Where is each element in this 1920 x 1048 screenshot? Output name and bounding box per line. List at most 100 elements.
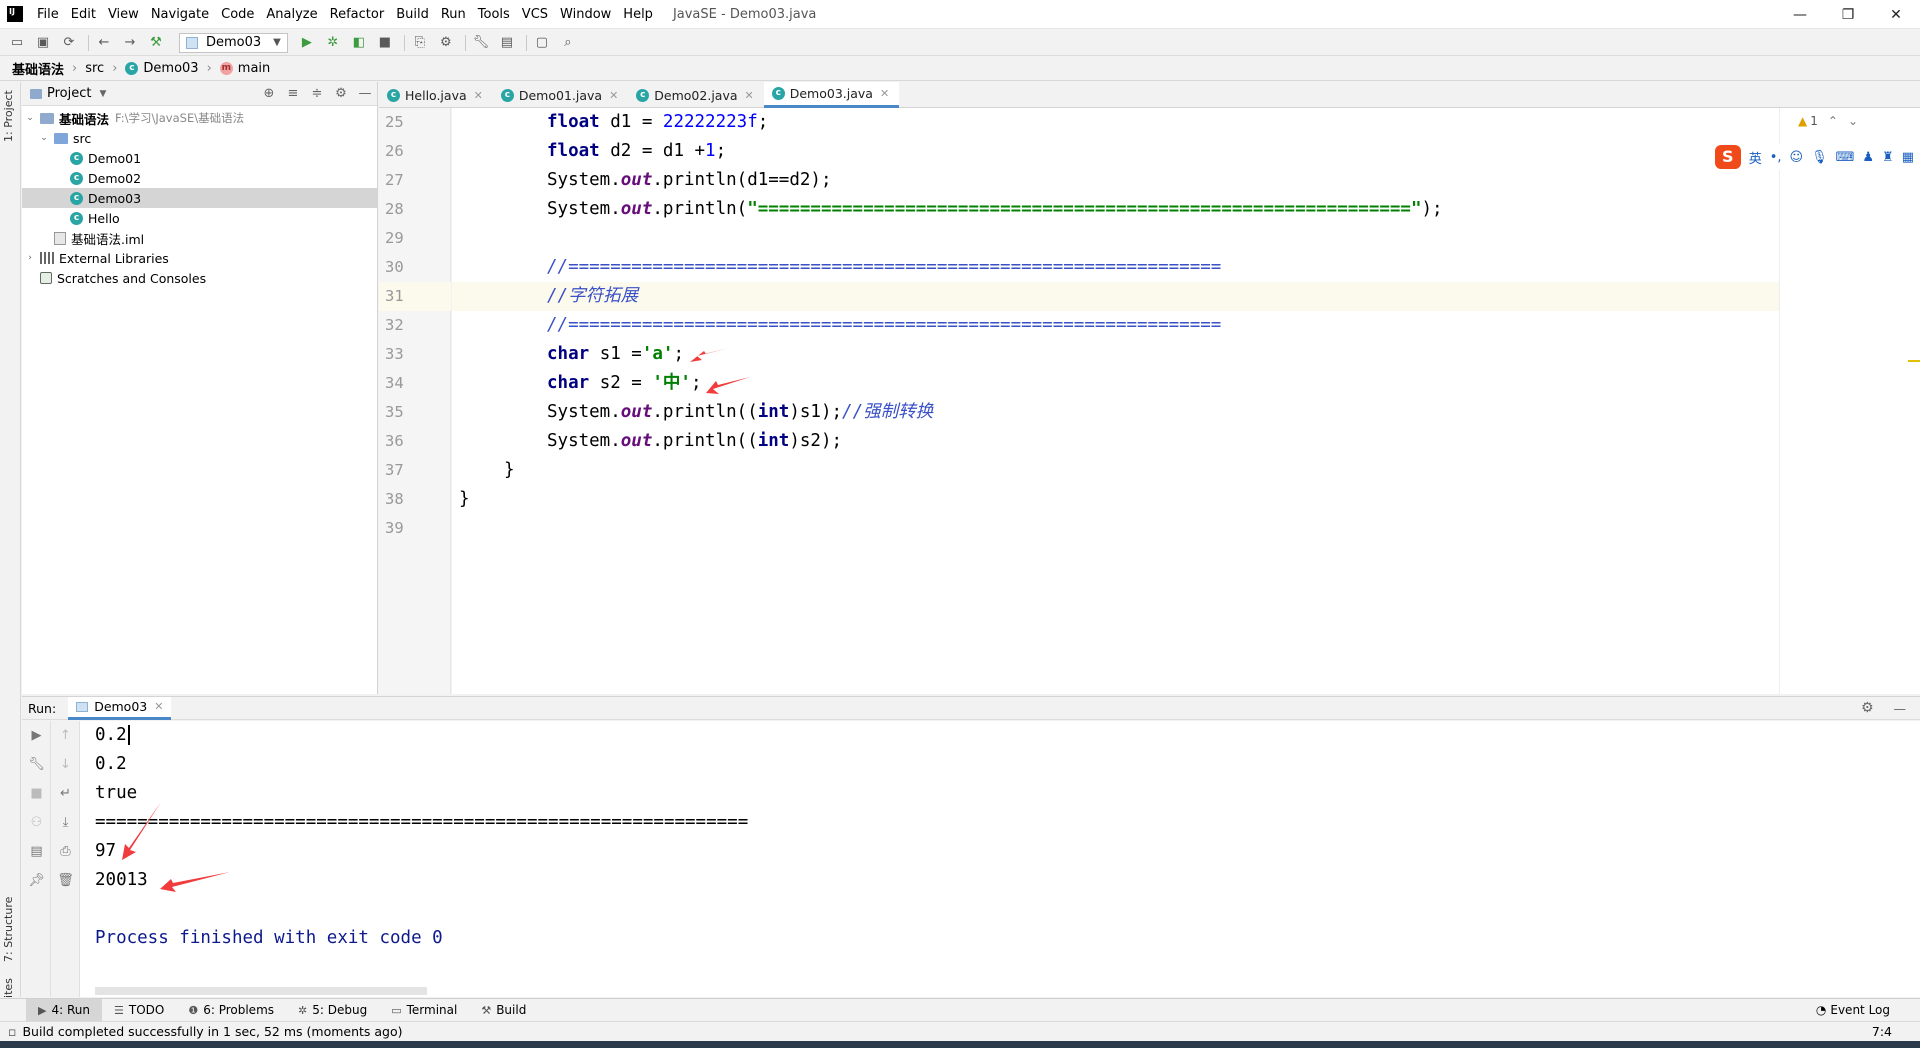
ime-language-toggle[interactable]: 英 bbox=[1749, 148, 1762, 167]
menu-file[interactable]: File bbox=[31, 0, 65, 29]
chevron-down-icon[interactable]: ⌄ bbox=[1848, 114, 1858, 128]
stop-icon[interactable]: ■ bbox=[374, 32, 396, 54]
breadcrumb-src[interactable]: src bbox=[85, 61, 104, 76]
tool-tab-terminal[interactable]: ▭ Terminal bbox=[379, 999, 469, 1022]
menu-view[interactable]: View bbox=[102, 0, 145, 29]
menu-analyze[interactable]: Analyze bbox=[260, 0, 323, 29]
tree-item-external-libraries[interactable]: › External Libraries bbox=[22, 248, 377, 268]
emoji-icon[interactable]: ☺ bbox=[1790, 150, 1804, 165]
grid-icon[interactable]: ▦ bbox=[1902, 150, 1914, 165]
warning-marker[interactable] bbox=[1908, 360, 1920, 362]
open-folder-icon[interactable]: ▭ bbox=[6, 32, 28, 54]
tab-hello-java[interactable]: c Hello.java ✕ bbox=[379, 82, 493, 108]
structure-tool-tab[interactable]: 7: Structure bbox=[2, 897, 15, 962]
hide-icon[interactable]: — bbox=[353, 86, 377, 101]
close-tab-icon[interactable]: ✕ bbox=[609, 89, 618, 102]
run-icon[interactable]: ▶ bbox=[296, 32, 318, 54]
arrow-up-icon[interactable]: ↑ bbox=[51, 721, 80, 750]
menu-help[interactable]: Help bbox=[617, 0, 659, 29]
soft-wrap-icon[interactable]: ↵ bbox=[51, 779, 80, 808]
attach-icon[interactable]: ⎘ bbox=[409, 32, 431, 54]
save-all-icon[interactable]: ▣ bbox=[32, 32, 54, 54]
project-view-select[interactable]: Project bbox=[47, 86, 91, 101]
breadcrumb-method[interactable]: m main bbox=[219, 61, 270, 76]
run-tab-demo03[interactable]: Demo03 ✕ bbox=[68, 696, 172, 720]
warnings-indicator[interactable]: ▲ 1 ⌃ ⌄ bbox=[1798, 114, 1858, 128]
skin-icon[interactable]: ♜ bbox=[1882, 150, 1894, 165]
tree-item-src[interactable]: ⌄ src bbox=[22, 128, 377, 148]
back-arrow-icon[interactable]: ← bbox=[93, 32, 115, 54]
restore-button[interactable]: ❐ bbox=[1824, 0, 1872, 29]
settings-wrench-icon[interactable]: 🔧︎ bbox=[470, 32, 492, 54]
project-tool-tab[interactable]: 1: Project bbox=[2, 90, 15, 142]
menu-run[interactable]: Run bbox=[435, 0, 472, 29]
expand-all-icon[interactable]: ≡ bbox=[281, 86, 305, 101]
collapse-all-icon[interactable]: ≑ bbox=[305, 86, 329, 101]
locate-icon[interactable]: ⊕ bbox=[257, 86, 281, 101]
code-editor[interactable]: float d1 = 22222223f; float d2 = d1 +1; … bbox=[452, 108, 1779, 694]
print-icon[interactable]: ⎙ bbox=[51, 837, 80, 866]
tab-demo02-java[interactable]: c Demo02.java ✕ bbox=[628, 82, 763, 108]
tool-tab-debug[interactable]: ✲ 5: Debug bbox=[286, 999, 379, 1022]
coverage-icon[interactable]: ◧ bbox=[348, 32, 370, 54]
tool-tab-todo[interactable]: ☰ TODO bbox=[102, 999, 176, 1022]
tab-demo01-java[interactable]: c Demo01.java ✕ bbox=[493, 82, 628, 108]
chevron-down-icon[interactable]: ▼ bbox=[99, 89, 106, 99]
tree-item-project-root[interactable]: ⌄ 基础语法 F:\学习\JavaSE\基础语法 bbox=[22, 108, 377, 128]
menu-vcs[interactable]: VCS bbox=[516, 0, 554, 29]
project-structure-icon[interactable]: ⚙ bbox=[435, 32, 457, 54]
tab-demo03-java[interactable]: c Demo03.java ✕ bbox=[763, 82, 900, 108]
menu-edit[interactable]: Edit bbox=[65, 0, 102, 29]
menu-navigate[interactable]: Navigate bbox=[145, 0, 215, 29]
console-output[interactable]: 0.2 0.2 true ===========================… bbox=[80, 721, 1920, 997]
run-configuration-select[interactable]: Demo03 ▼ bbox=[179, 32, 288, 53]
debug-icon[interactable]: ✲ bbox=[322, 32, 344, 54]
layout-icon[interactable]: ▤ bbox=[22, 837, 51, 866]
menu-refactor[interactable]: Refactor bbox=[324, 0, 391, 29]
tree-item-demo01[interactable]: c Demo01 bbox=[22, 148, 377, 168]
menu-code[interactable]: Code bbox=[215, 0, 260, 29]
tool-tab-run[interactable]: ▶ 4: Run bbox=[26, 998, 102, 1022]
tree-item-iml[interactable]: 基础语法.iml bbox=[22, 228, 377, 248]
breadcrumb-project[interactable]: 基础语法 bbox=[12, 59, 64, 78]
tree-item-scratches[interactable]: Scratches and Consoles bbox=[22, 268, 377, 288]
tree-item-hello[interactable]: c Hello bbox=[22, 208, 377, 228]
scroll-to-end-icon[interactable]: ⤓ bbox=[51, 808, 80, 837]
terminal-icon[interactable]: ▢ bbox=[531, 32, 553, 54]
tree-item-demo03[interactable]: c Demo03 bbox=[22, 188, 377, 208]
ime-logo-icon[interactable]: S bbox=[1714, 145, 1741, 169]
close-tab-icon[interactable]: ✕ bbox=[880, 87, 889, 100]
tool-tab-build[interactable]: ⚒ Build bbox=[469, 999, 538, 1022]
status-message[interactable]: Build completed successfully in 1 sec, 5… bbox=[22, 1024, 402, 1039]
caret-position[interactable]: 7:4 bbox=[1872, 1024, 1892, 1039]
menu-tools[interactable]: Tools bbox=[472, 0, 516, 29]
hide-icon[interactable]: — bbox=[1894, 701, 1907, 716]
module-settings-icon[interactable]: ▤ bbox=[496, 32, 518, 54]
microphone-icon[interactable]: 🎙︎ bbox=[1811, 150, 1828, 165]
tool-tab-problems[interactable]: ❶ 6: Problems bbox=[176, 999, 286, 1022]
close-button[interactable]: ✕ bbox=[1872, 0, 1920, 29]
breadcrumb-class[interactable]: c Demo03 bbox=[125, 61, 199, 76]
keyboard-icon[interactable]: ⌨ bbox=[1836, 150, 1855, 165]
chevron-up-icon[interactable]: ⌃ bbox=[1828, 114, 1838, 128]
build-hammer-icon[interactable]: ⚒ bbox=[145, 32, 167, 54]
close-tab-icon[interactable]: ✕ bbox=[474, 89, 483, 102]
wrench-icon[interactable]: 🔧︎ bbox=[22, 750, 51, 779]
menu-window[interactable]: Window bbox=[554, 0, 617, 29]
close-tab-icon[interactable]: ✕ bbox=[745, 89, 754, 102]
event-log-button[interactable]: ◔ Event Log bbox=[1816, 1003, 1890, 1017]
menu-build[interactable]: Build bbox=[390, 0, 435, 29]
horizontal-scrollbar[interactable] bbox=[95, 987, 427, 995]
minimize-button[interactable]: — bbox=[1776, 0, 1824, 29]
close-tab-icon[interactable]: ✕ bbox=[154, 700, 163, 713]
sync-icon[interactable]: ⟳ bbox=[58, 32, 80, 54]
ime-punctuation-toggle[interactable]: •, bbox=[1770, 150, 1782, 165]
trash-icon[interactable]: 🗑︎ bbox=[51, 866, 80, 895]
forward-arrow-icon[interactable]: → bbox=[119, 32, 141, 54]
arrow-down-icon[interactable]: ↓ bbox=[51, 750, 80, 779]
tree-item-demo02[interactable]: c Demo02 bbox=[22, 168, 377, 188]
gear-icon[interactable]: ⚙ bbox=[329, 86, 353, 101]
user-icon[interactable]: ♟ bbox=[1862, 150, 1874, 165]
pin-icon[interactable]: 📌︎ bbox=[22, 866, 51, 895]
gear-icon[interactable]: ⚙ bbox=[1861, 700, 1874, 716]
